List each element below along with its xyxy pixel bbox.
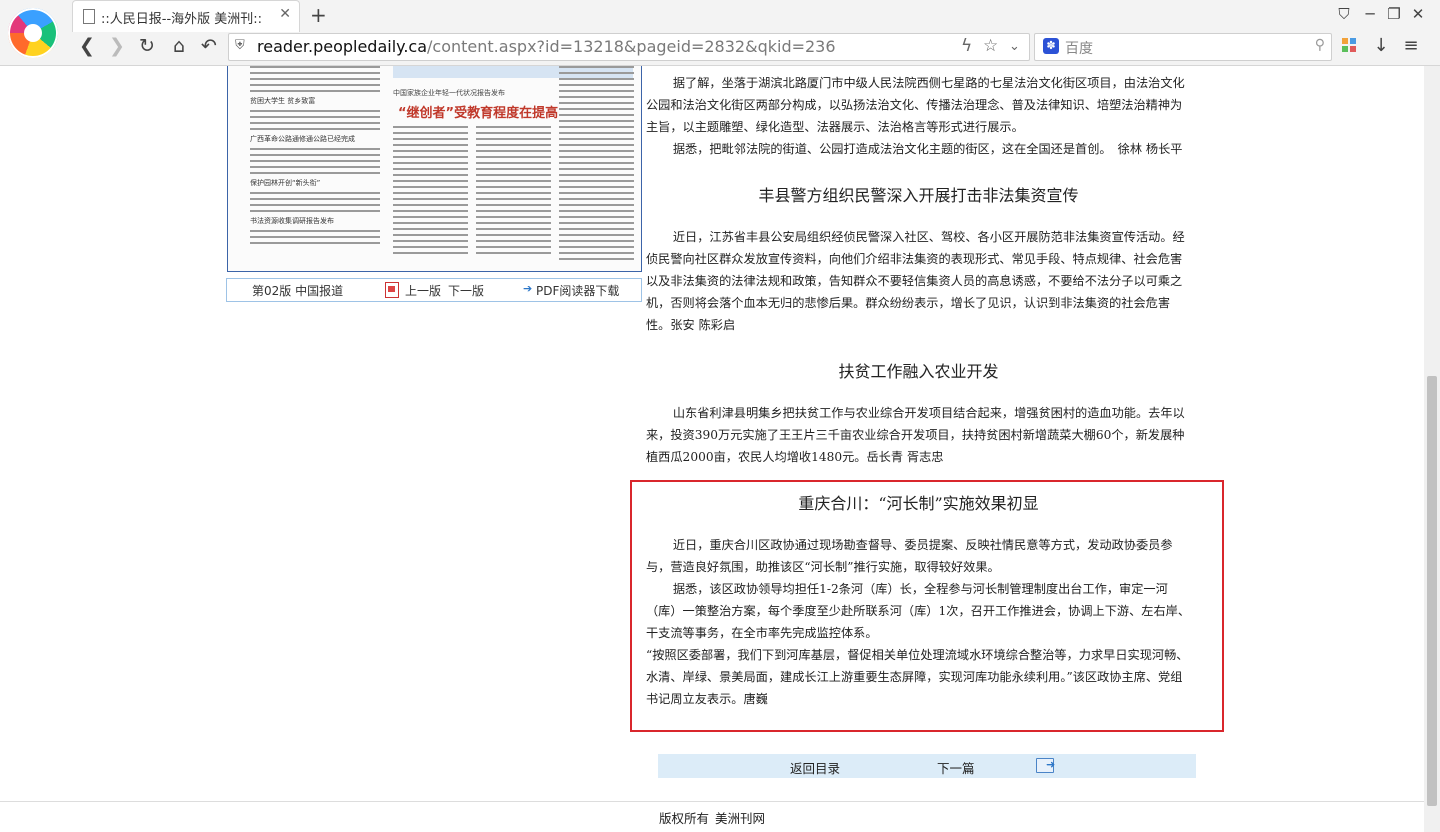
article-paragraph: 据了解，坐落于湖滨北路厦门市中级人民法院西侧七星路的七星法治文化街区项目，由法治… — [646, 76, 1185, 134]
page-nav-bar: 第02版 中国报道 上一版 下一版 ➔ PDF阅读器下载 — [226, 278, 642, 302]
site-name: 美洲刊网 — [715, 811, 766, 826]
np-small-head: 保护园林开创“新头衔” — [250, 179, 321, 187]
article-paragraph: 近日，江苏省丰县公安局组织经侦民警深入社区、驾校、各小区开展防范非法集资宣传活动… — [646, 230, 1185, 332]
article-body: 近日，江苏省丰县公安局组织经侦民警深入社区、驾校、各小区开展防范非法集资宣传活动… — [646, 226, 1191, 336]
undo-close-icon[interactable]: ↶ — [196, 34, 222, 58]
footer-divider — [0, 801, 1424, 802]
back-to-contents-link[interactable]: 返回目录 — [790, 758, 840, 777]
np-small-head: 贫困大学生 贫乡致富 — [250, 97, 316, 105]
np-subtitle: 中国家族企业年轻一代状况报告发布 — [393, 89, 505, 97]
browser-chrome: ::人民日报--海外版 美洲刊:: ✕ + ⛉ ─ ❐ ✕ ❮ ❯ ↻ ⌂ ↶ … — [0, 0, 1440, 66]
search-input[interactable]: 百度 — [1065, 38, 1093, 58]
article-paragraph: “按照区委部署，我们下到河库基层，督促相关单位处理流域水环境综合整治等，力求早日… — [646, 648, 1189, 706]
pdf-reader-download-link[interactable]: PDF阅读器下载 — [536, 282, 619, 299]
vertical-scrollbar[interactable] — [1424, 66, 1440, 832]
download-icon[interactable]: ↓ — [1369, 35, 1393, 56]
copyright-text: 版权所有 — [658, 811, 709, 826]
prev-page-link[interactable]: 上一版 — [405, 282, 441, 299]
article-title: 丰县警方组织民警深入开展打击非法集资宣传 — [758, 186, 1079, 205]
next-page-link[interactable]: 下一版 — [448, 282, 484, 299]
np-small-head: 广西革命公路通修通公路已经完成 — [250, 135, 355, 143]
apps-icon[interactable] — [1342, 38, 1356, 52]
shield-icon: ⛨ — [235, 38, 245, 53]
star-icon[interactable]: ☆ — [983, 36, 998, 56]
bottom-nav-bar: 返回目录 下一篇 — [658, 754, 1196, 778]
footer-copyright: 版权所有 美洲刊网 — [0, 808, 1424, 827]
tab-close-icon[interactable]: ✕ — [279, 6, 291, 22]
url-text[interactable]: reader.peopledaily.ca/content.aspx?id=13… — [257, 37, 836, 56]
newspaper-page-image[interactable]: 贫困大学生 贫乡致富 广西革命公路通修通公路已经完成 保护园林开创“新头衔” 书… — [227, 66, 642, 272]
article-paragraph: 近日，重庆合川区政协通过现场勘查督导、委员提案、反映社情民意等方式，发动政协委员… — [646, 538, 1173, 574]
page-viewport: 贫困大学生 贫乡致富 广西革命公路通修通公路已经完成 保护园林开创“新头衔” 书… — [0, 66, 1424, 832]
home-icon[interactable]: ⌂ — [166, 34, 192, 58]
back-icon[interactable]: ❮ — [74, 34, 100, 58]
shirt-icon[interactable]: ⛉ — [1334, 5, 1354, 23]
article-paragraph: 据悉，把毗邻法院的街道、公园打造成法治文化主题的街区，这在全国还是首创。 徐林 … — [672, 142, 1183, 156]
browser-tab[interactable]: ::人民日报--海外版 美洲刊:: ✕ — [72, 0, 300, 32]
search-box[interactable]: ✽ 百度 ⚲ — [1034, 33, 1332, 61]
next-article-link[interactable]: 下一篇 — [937, 758, 975, 777]
chevron-down-icon[interactable]: ⌄ — [1009, 39, 1020, 54]
minimize-icon[interactable]: ─ — [1360, 5, 1380, 23]
np-small-head: 书法资源收集调研报告发布 — [250, 217, 334, 225]
arrow-icon: ➔ — [523, 282, 533, 295]
scrollbar-thumb[interactable] — [1427, 376, 1437, 806]
search-icon[interactable]: ⚲ — [1315, 37, 1325, 53]
article-paragraph: 山东省利津县明集乡把扶贫工作与农业综合开发项目结合起来，增强贫困村的造血功能。去… — [646, 406, 1185, 464]
reload-icon[interactable]: ↻ — [134, 34, 160, 58]
pdf-icon[interactable] — [385, 282, 399, 298]
tab-title: ::人民日报--海外版 美洲刊:: — [101, 12, 263, 27]
article-fragment: 据了解，坐落于湖滨北路厦门市中级人民法院西侧七星路的七星法治文化街区项目，由法治… — [646, 72, 1191, 160]
address-bar[interactable]: ⛨ reader.peopledaily.ca/content.aspx?id=… — [228, 33, 1030, 61]
baidu-icon: ✽ — [1043, 38, 1059, 54]
article-title: 重庆合川：“河长制”实施效果初显 — [798, 494, 1039, 513]
document-icon — [83, 9, 95, 24]
new-tab-button[interactable]: + — [310, 3, 327, 27]
close-icon[interactable]: ✕ — [1408, 5, 1428, 23]
article-title: 扶贫工作融入农业开发 — [838, 362, 999, 381]
article-body: 近日，重庆合川区政协通过现场勘查督导、委员提案、反映社情民意等方式，发动政协委员… — [646, 534, 1191, 710]
np-headline: “继创者”受教育程度在提高 — [398, 106, 559, 121]
menu-icon[interactable]: ≡ — [1399, 35, 1423, 56]
forward-icon[interactable]: ❯ — [104, 34, 130, 58]
maximize-icon[interactable]: ❐ — [1384, 5, 1404, 23]
lightning-icon[interactable]: ϟ — [961, 36, 972, 56]
article-body: 山东省利津县明集乡把扶贫工作与农业综合开发项目结合起来，增强贫困村的造血功能。去… — [646, 402, 1191, 468]
article-paragraph: 据悉，该区政协领导均担任1-2条河（库）长，全程参与河长制管理制度出台工作，审定… — [646, 582, 1191, 640]
print-icon[interactable] — [1036, 758, 1055, 773]
edition-link[interactable]: 第02版 中国报道 — [252, 282, 343, 299]
browser-logo-icon[interactable] — [8, 8, 58, 58]
